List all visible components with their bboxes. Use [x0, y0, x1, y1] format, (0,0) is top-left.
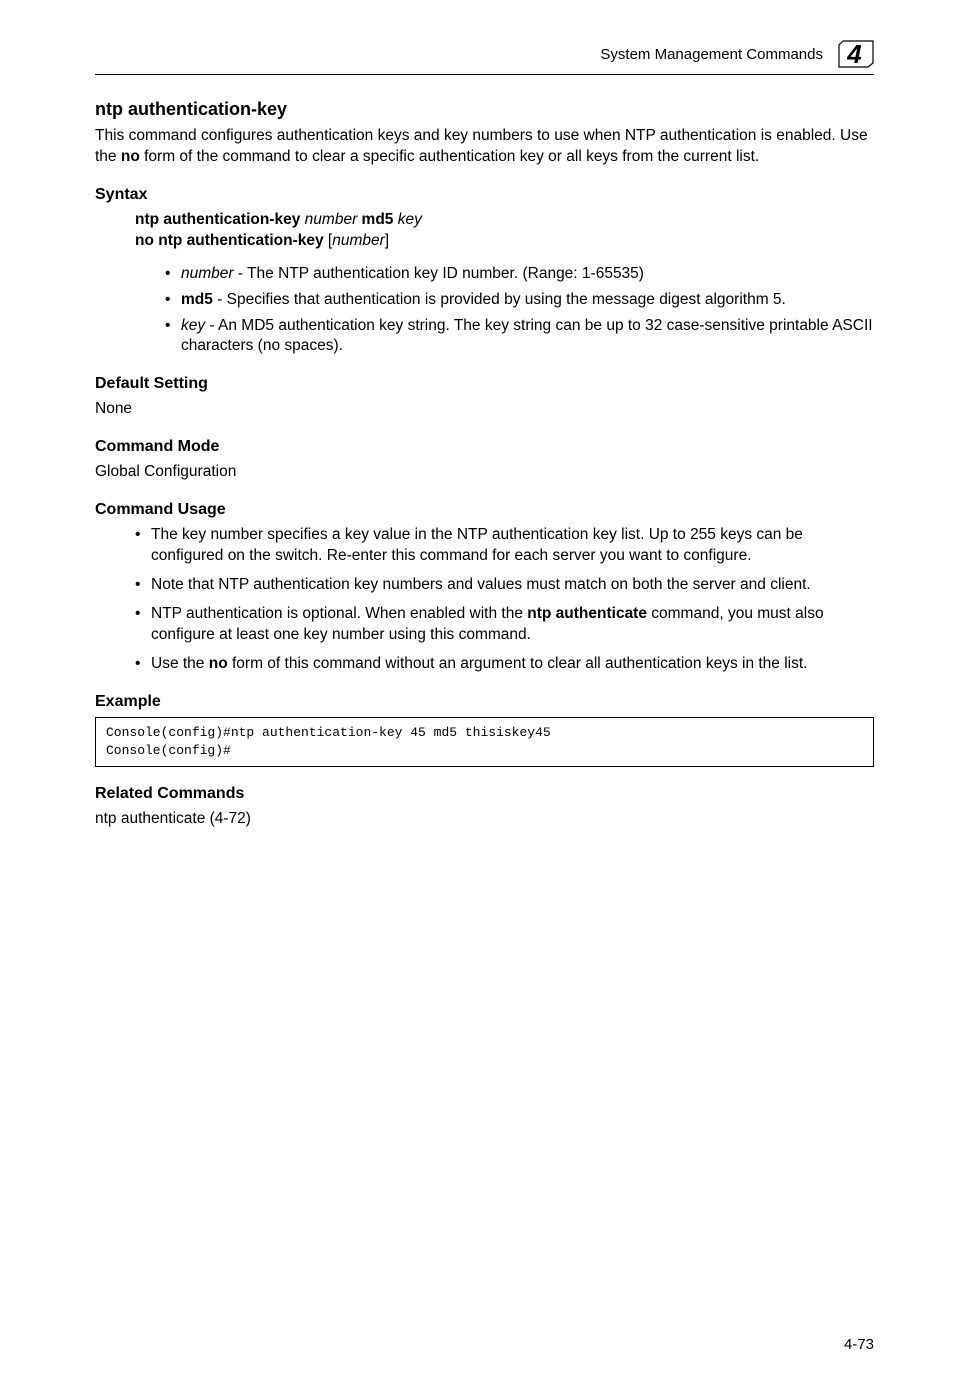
running-title: System Management Commands [600, 46, 823, 63]
syntax-line-2: no ntp authentication-key [number] [135, 231, 874, 252]
related-commands-heading: Related Commands [95, 785, 874, 803]
list-item: md5 - Specifies that authentication is p… [165, 290, 874, 311]
chapter-badge: 4 [838, 40, 874, 68]
bullet2-bold: md5 [181, 291, 213, 308]
page-number: 4-73 [844, 1336, 874, 1353]
page-container: System Management Commands 4 ntp authent… [0, 0, 954, 1388]
command-usage-heading: Command Usage [95, 501, 874, 519]
bullet1-italic: number [181, 265, 234, 282]
intro-paragraph: This command configures authentication k… [95, 126, 874, 168]
usage-b4-bold: no [209, 655, 228, 672]
list-item: Note that NTP authentication key numbers… [135, 575, 874, 596]
syntax-bullets: number - The NTP authentication key ID n… [165, 264, 874, 358]
header-divider [95, 74, 874, 75]
default-setting-heading: Default Setting [95, 375, 874, 393]
command-usage-bullets: The key number specifies a key value in … [135, 525, 874, 675]
usage-b1: The key number specifies a key value in … [151, 526, 803, 564]
example-code-block: Console(config)#ntp authentication-key 4… [95, 717, 874, 767]
bullet1-text: - The NTP authentication key ID number. … [234, 265, 644, 282]
list-item: number - The NTP authentication key ID n… [165, 264, 874, 285]
list-item: Use the no form of this command without … [135, 654, 874, 675]
related-commands-value: ntp authenticate (4-72) [95, 809, 874, 830]
header: System Management Commands 4 [95, 40, 874, 68]
syntax-l1-b1: ntp authentication-key [135, 211, 300, 228]
usage-b2: Note that NTP authentication key numbers… [151, 576, 811, 593]
syntax-l1-b2: md5 [362, 211, 394, 228]
syntax-block: ntp authentication-key number md5 key no… [135, 210, 874, 252]
usage-b4-post: form of this command without an argument… [228, 655, 808, 672]
syntax-l2-b1: no ntp authentication-key [135, 232, 324, 249]
syntax-l2-i1: number [332, 232, 385, 249]
intro-part-2: form of the command to clear a specific … [140, 148, 759, 165]
list-item: The key number specifies a key value in … [135, 525, 874, 567]
bullet3-italic: key [181, 317, 205, 334]
syntax-heading: Syntax [95, 186, 874, 204]
example-heading: Example [95, 693, 874, 711]
command-mode-value: Global Configuration [95, 462, 874, 483]
syntax-l2-close: ] [385, 232, 389, 249]
usage-b4-pre: Use the [151, 655, 209, 672]
list-item: NTP authentication is optional. When ena… [135, 604, 874, 646]
bullet3-text: - An MD5 authentication key string. The … [181, 317, 873, 355]
section-title: ntp authentication-key [95, 99, 874, 120]
chapter-number: 4 [847, 39, 861, 70]
list-item: key - An MD5 authentication key string. … [165, 316, 874, 358]
usage-b3-pre: NTP authentication is optional. When ena… [151, 605, 527, 622]
command-mode-heading: Command Mode [95, 438, 874, 456]
default-setting-value: None [95, 399, 874, 420]
intro-bold: no [121, 148, 140, 165]
syntax-line-1: ntp authentication-key number md5 key [135, 210, 874, 231]
syntax-l2-plain: [ [324, 232, 333, 249]
bullet2-text: - Specifies that authentication is provi… [213, 291, 786, 308]
syntax-l1-i2: key [398, 211, 422, 228]
syntax-l1-i1: number [305, 211, 358, 228]
usage-b3-bold: ntp authenticate [527, 605, 647, 622]
